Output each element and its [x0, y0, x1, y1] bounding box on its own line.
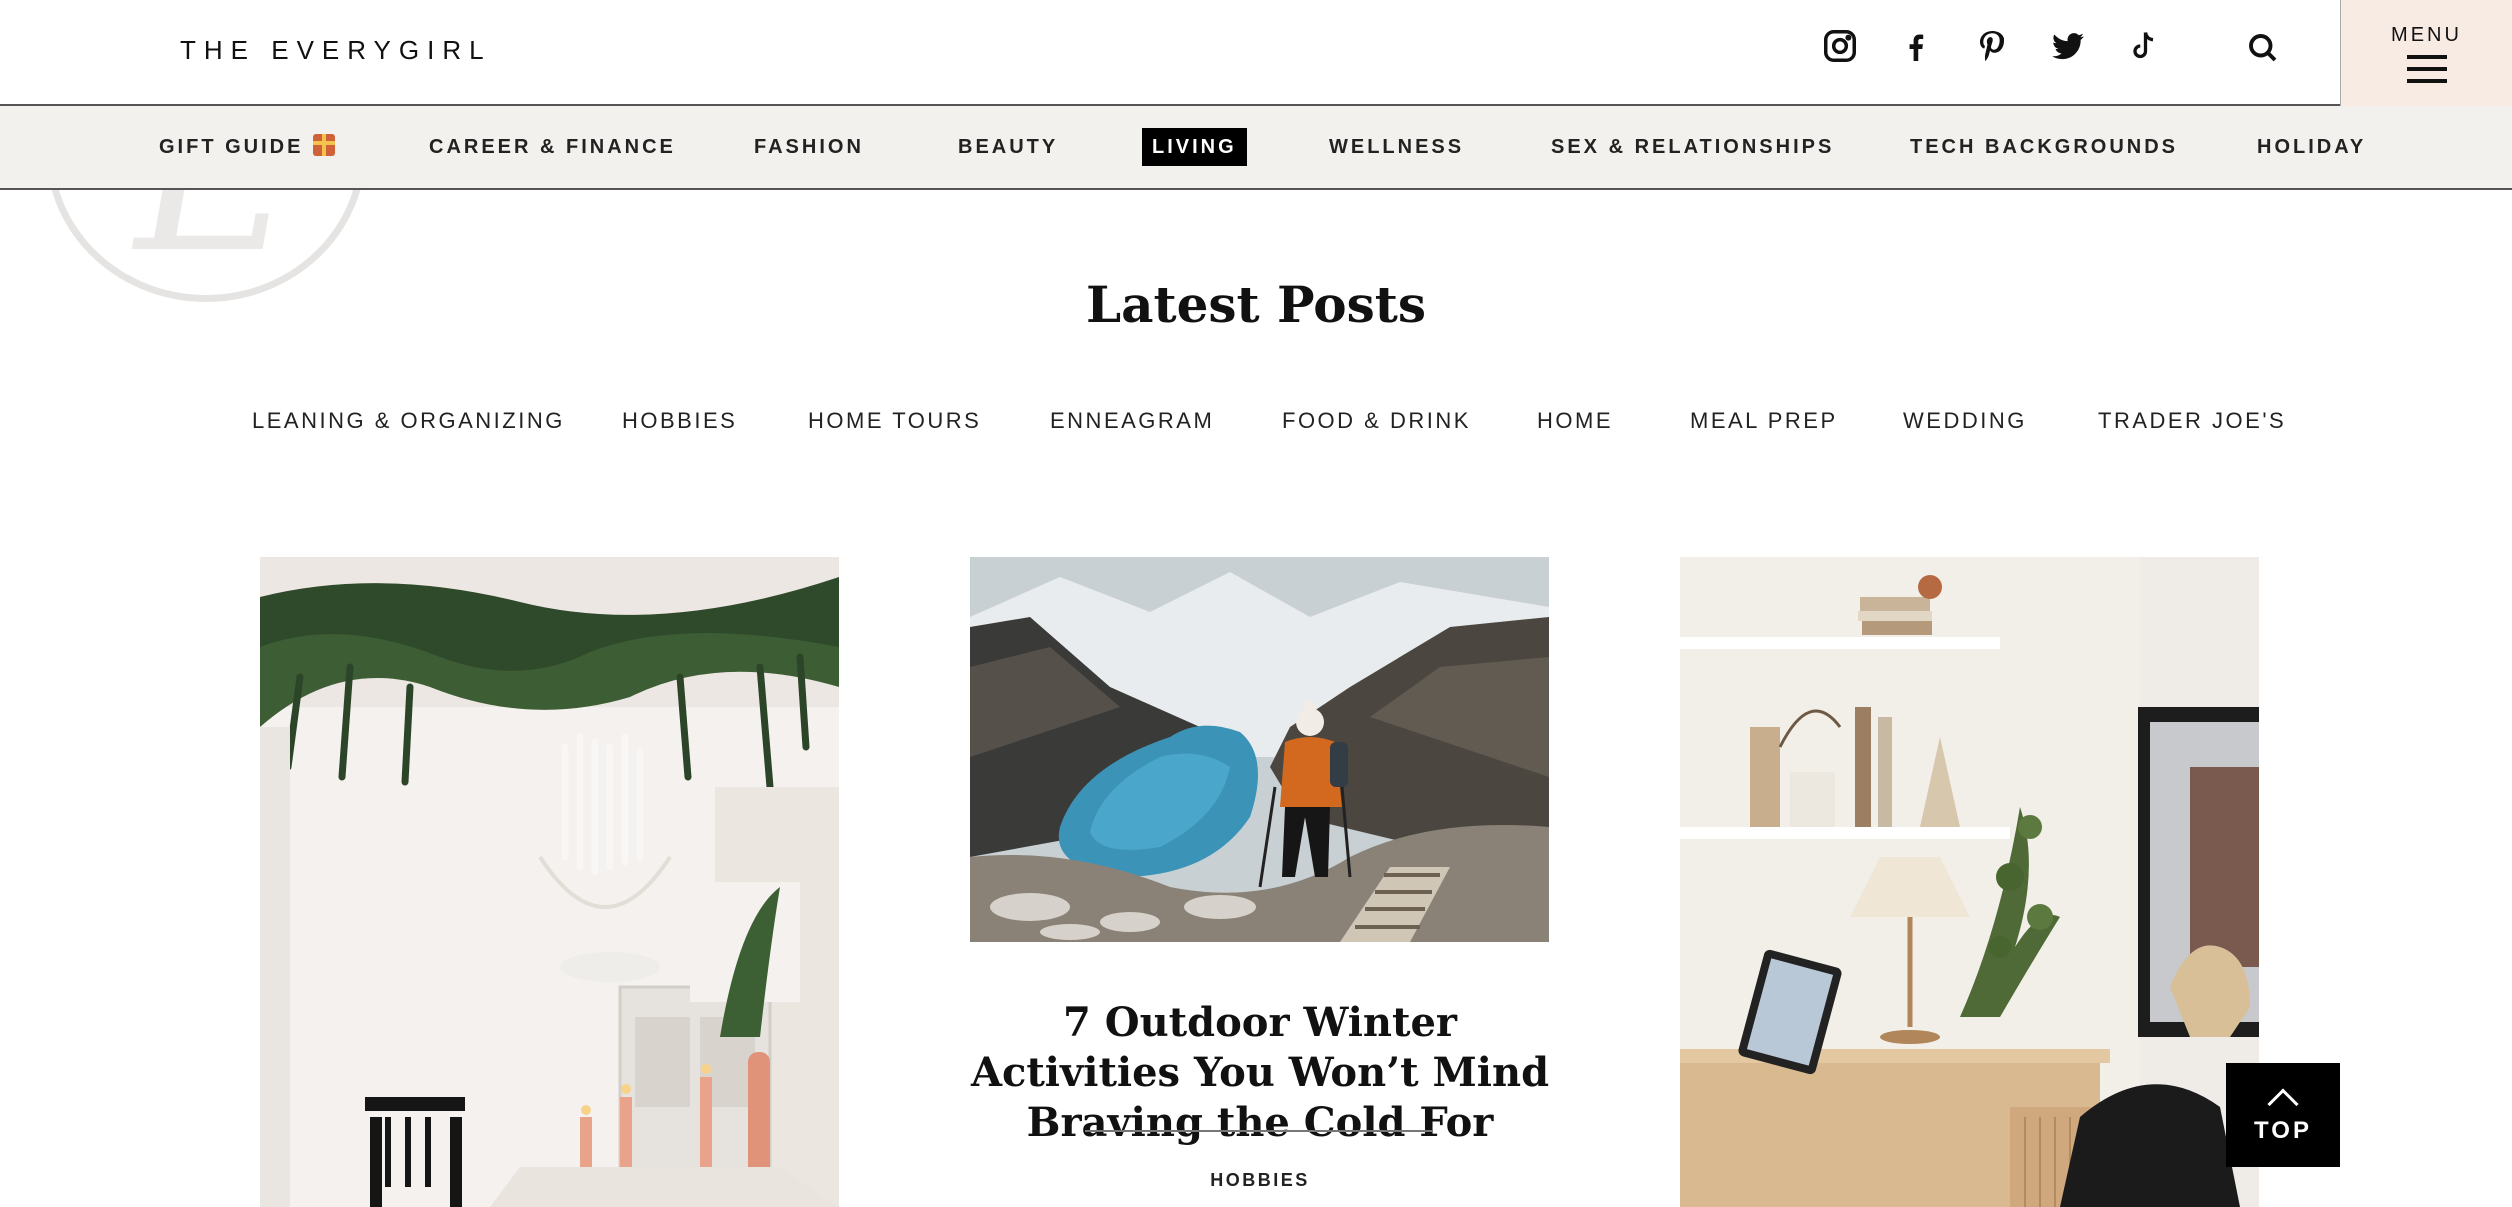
nav-item-beauty[interactable]: BEAUTY: [958, 128, 1058, 166]
subcategory-home[interactable]: HOME: [1537, 408, 1613, 434]
subcategory-home-tours[interactable]: HOME TOURS: [808, 408, 981, 434]
nav-item-living[interactable]: LIVING: [1142, 128, 1247, 166]
instagram-icon[interactable]: [1820, 26, 1860, 66]
search-icon[interactable]: [2245, 30, 2285, 70]
primary-nav: GIFT GUIDE CAREER & FINANCE FASHION BEAU…: [0, 106, 2512, 190]
twitter-icon[interactable]: [2048, 26, 2088, 66]
site-header: THE EVERYGIRL MENU: [0, 0, 2512, 106]
tiktok-icon[interactable]: [2124, 26, 2164, 66]
nav-item-holiday[interactable]: HOLIDAY: [2257, 128, 2366, 166]
arrow-up-icon: [2267, 1088, 2299, 1120]
nav-item-sex-relationships[interactable]: SEX & RELATIONSHIPS: [1551, 128, 1834, 166]
subcategory-nav: LEANING & ORGANIZING HOBBIES HOME TOURS …: [0, 408, 2512, 438]
facebook-icon[interactable]: [1896, 26, 1936, 66]
winter-hiker-mountain-lake-photo[interactable]: [970, 557, 1549, 942]
back-to-top-label: TOP: [2254, 1117, 2312, 1144]
subcategory-meal-prep[interactable]: MEAL PREP: [1690, 408, 1838, 434]
subcategory-food-drink[interactable]: FOOD & DRINK: [1282, 408, 1471, 434]
site-logo[interactable]: THE EVERYGIRL: [180, 35, 492, 66]
nav-item-career-finance[interactable]: CAREER & FINANCE: [429, 128, 676, 166]
card-title[interactable]: 7 Outdoor Winter Activities You Won’t Mi…: [960, 998, 1560, 1148]
menu-button[interactable]: MENU: [2340, 0, 2512, 106]
back-to-top-button[interactable]: TOP: [2226, 1063, 2340, 1167]
nav-item-gift-guide[interactable]: GIFT GUIDE: [159, 128, 336, 166]
holiday-dining-room-photo[interactable]: [260, 557, 839, 1207]
pinterest-icon[interactable]: [1972, 26, 2012, 66]
subcategory-trader-joes[interactable]: TRADER JOE'S: [2098, 408, 2286, 434]
social-links: [1820, 26, 2164, 66]
nav-item-tech-backgrounds[interactable]: TECH BACKGROUNDS: [1910, 128, 2178, 166]
home-office-desk-photo[interactable]: [1680, 557, 2259, 1207]
nav-item-label: GIFT GUIDE: [159, 136, 304, 158]
subcategory-leaning-organizing[interactable]: LEANING & ORGANIZING: [252, 408, 565, 434]
menu-label: MENU: [2391, 23, 2462, 46]
subcategory-enneagram[interactable]: ENNEAGRAM: [1050, 408, 1214, 434]
nav-item-wellness[interactable]: WELLNESS: [1329, 128, 1464, 166]
card-category[interactable]: HOBBIES: [960, 1170, 1560, 1191]
gift-icon: [313, 134, 336, 156]
hamburger-icon: [2406, 54, 2447, 83]
subcategory-wedding[interactable]: WEDDING: [1903, 408, 2027, 434]
subcategory-hobbies[interactable]: HOBBIES: [622, 408, 737, 434]
nav-item-fashion[interactable]: FASHION: [754, 128, 864, 166]
card-divider: [1085, 1130, 1433, 1132]
section-title: Latest Posts: [1085, 275, 1427, 334]
